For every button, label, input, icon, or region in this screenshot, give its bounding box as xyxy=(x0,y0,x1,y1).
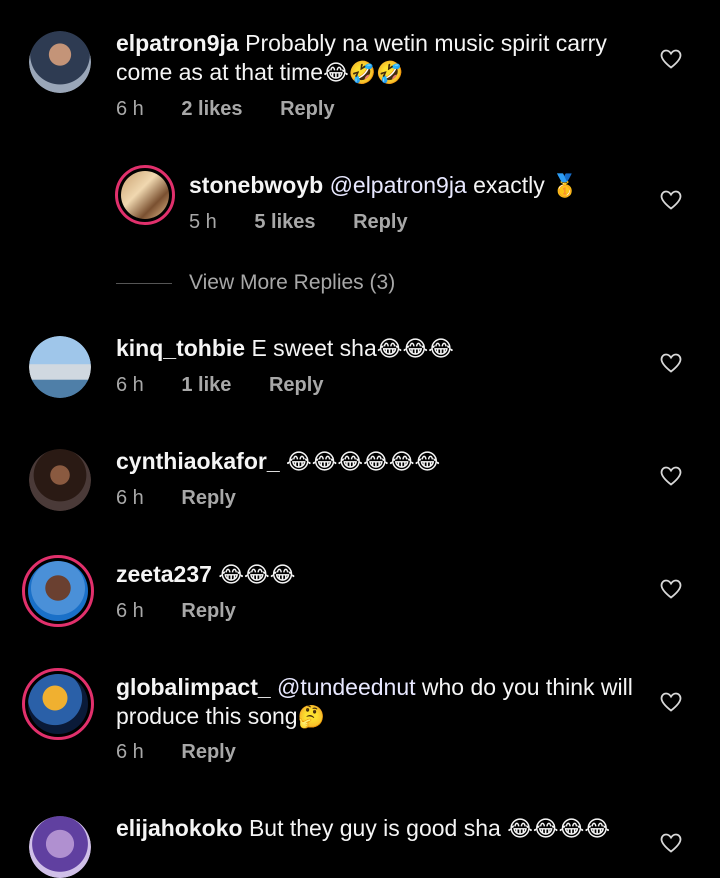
emoji: 😂😂😂 xyxy=(218,563,296,588)
username[interactable]: kinq_tohbie xyxy=(116,335,245,361)
likes-count[interactable]: 2 likes xyxy=(181,98,242,120)
comment-meta: 6 h Reply xyxy=(116,600,268,623)
username[interactable]: elijahokoko xyxy=(116,815,243,841)
heart-outline-icon[interactable] xyxy=(659,351,683,375)
comment-meta: 6 h Reply xyxy=(116,487,268,510)
heart-outline-icon[interactable] xyxy=(659,577,683,601)
heart-outline-icon[interactable] xyxy=(659,188,683,212)
comment-meta: 6 h 2 likes Reply xyxy=(116,98,367,121)
reply-button[interactable]: Reply xyxy=(181,741,235,763)
comment-meta: 6 h 1 like Reply xyxy=(116,374,355,397)
avatar[interactable] xyxy=(29,336,91,398)
timestamp: 6 h xyxy=(116,487,144,509)
emoji: 😂😂😂 xyxy=(376,337,454,362)
heart-outline-icon[interactable] xyxy=(659,47,683,71)
emoji: 😂😂😂😂 xyxy=(507,817,611,842)
reply-button[interactable]: Reply xyxy=(181,600,235,622)
comment-meta: 6 h Reply xyxy=(116,741,268,764)
replies-divider xyxy=(116,283,172,284)
comment-text: globalimpact_ @tundeednut who do you thi… xyxy=(116,674,633,730)
emoji: 😂🤣🤣 xyxy=(323,61,404,86)
reply-button[interactable]: Reply xyxy=(353,211,407,233)
username[interactable]: zeeta237 xyxy=(116,561,212,587)
timestamp: 6 h xyxy=(116,98,144,120)
comment-text: elpatron9ja Probably na wetin music spir… xyxy=(116,30,607,86)
avatar[interactable] xyxy=(22,555,94,627)
mention-link[interactable]: @tundeednut xyxy=(277,674,415,700)
avatar[interactable] xyxy=(115,165,175,225)
username[interactable]: elpatron9ja xyxy=(116,30,239,56)
avatar[interactable] xyxy=(22,668,94,740)
emoji: 😂😂😂😂😂😂 xyxy=(286,450,441,475)
likes-count[interactable]: 1 like xyxy=(181,374,231,396)
comment-text: zeeta237 😂😂😂 xyxy=(116,560,651,590)
timestamp: 5 h xyxy=(189,211,217,233)
comment-text: elijahokoko But they guy is good sha 😂😂😂… xyxy=(116,815,611,842)
timestamp: 6 h xyxy=(116,741,144,763)
emoji: 🤔 xyxy=(297,705,325,730)
comment-text: stonebwoyb @elpatron9ja exactly 🥇 xyxy=(189,172,579,199)
timestamp: 6 h xyxy=(116,600,144,622)
timestamp: 6 h xyxy=(116,374,144,396)
reply-button[interactable]: Reply xyxy=(269,374,323,396)
heart-outline-icon[interactable] xyxy=(659,831,683,855)
heart-outline-icon[interactable] xyxy=(659,690,683,714)
comment-meta: 5 h 5 likes Reply xyxy=(189,211,440,234)
avatar[interactable] xyxy=(29,31,91,93)
username[interactable]: cynthiaokafor_ xyxy=(116,448,280,474)
avatar[interactable] xyxy=(29,449,91,511)
username[interactable]: stonebwoyb xyxy=(189,172,323,198)
mention-link[interactable]: @elpatron9ja xyxy=(330,172,467,198)
reply-button[interactable]: Reply xyxy=(181,487,235,509)
heart-outline-icon[interactable] xyxy=(659,464,683,488)
reply-button[interactable]: Reply xyxy=(280,98,334,120)
comment-text: kinq_tohbie E sweet sha😂😂😂 xyxy=(116,335,454,362)
view-more-replies-button[interactable]: View More Replies (3) xyxy=(189,271,395,295)
comment-text: cynthiaokafor_ 😂😂😂😂😂😂 xyxy=(116,447,651,477)
medal-emoji: 🥇 xyxy=(551,174,579,199)
likes-count[interactable]: 5 likes xyxy=(254,211,315,233)
username[interactable]: globalimpact_ xyxy=(116,674,271,700)
